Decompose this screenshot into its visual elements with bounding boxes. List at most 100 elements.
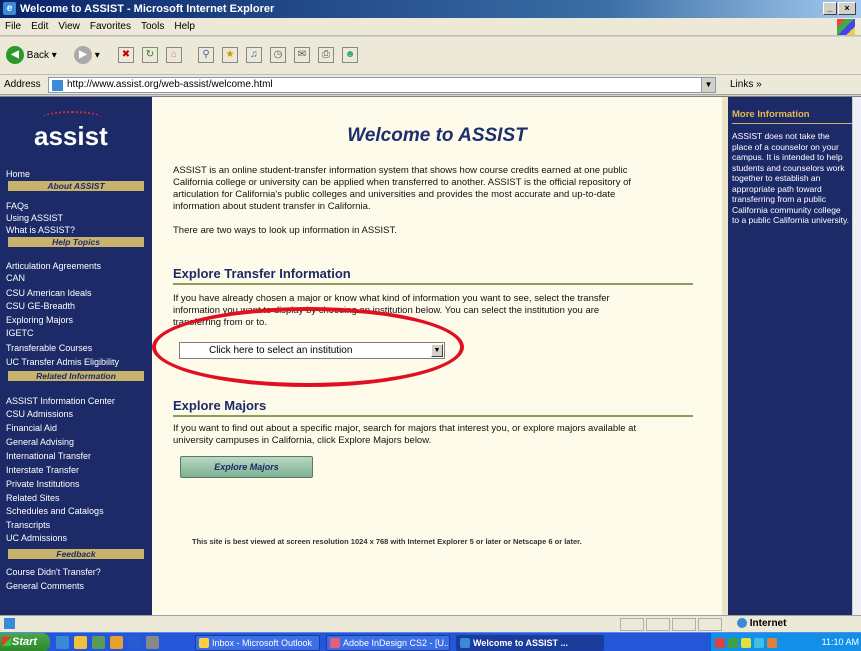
menu-view[interactable]: View (53, 18, 85, 36)
links-button[interactable]: Links » (730, 79, 762, 90)
task-ie-assist[interactable]: Welcome to ASSIST ... (456, 635, 604, 651)
nav-general-advising[interactable]: General Advising (6, 437, 74, 447)
page-title: Welcome to ASSIST (347, 125, 527, 146)
close-button[interactable]: × (838, 2, 856, 15)
nav-uc-admissions[interactable]: UC Admissions (6, 533, 67, 543)
nav-igetc[interactable]: IGETC (6, 328, 34, 338)
left-nav: assist Home About ASSIST FAQs Using ASSI… (0, 97, 152, 616)
menu-edit[interactable]: Edit (26, 18, 53, 36)
security-zone: Internet (737, 618, 786, 629)
nav-private-institutions[interactable]: Private Institutions (6, 479, 80, 489)
start-button[interactable]: Start (0, 633, 50, 651)
menu-tools[interactable]: Tools (136, 18, 169, 36)
globe-icon (737, 618, 747, 629)
forward-button[interactable]: ▶ ▾ (74, 46, 100, 66)
explore-majors-heading: Explore Majors (173, 398, 693, 417)
quicklaunch-folder-icon[interactable] (74, 636, 87, 649)
nav-related-sites[interactable]: Related Sites (6, 493, 60, 503)
refresh-icon[interactable]: ↻ (142, 47, 158, 64)
quicklaunch-app-icon[interactable] (146, 636, 159, 649)
search-icon[interactable]: ⚲ (198, 47, 214, 64)
tray-icon[interactable] (767, 637, 777, 648)
institution-select[interactable]: Click here to select an institution ▼ (179, 342, 445, 359)
history-icon[interactable]: ◷ (270, 47, 286, 64)
home-icon[interactable]: ⌂ (166, 47, 182, 64)
nav-assist-information-center[interactable]: ASSIST Information Center (6, 396, 115, 406)
menu-help[interactable]: Help (169, 18, 200, 36)
nav-exploring-majors[interactable]: Exploring Majors (6, 315, 73, 325)
task-indesign-label: Adobe InDesign CS2 - [U... (343, 638, 450, 648)
quicklaunch-ie-icon[interactable] (56, 636, 69, 649)
nav-schedules-and-catalogs[interactable]: Schedules and Catalogs (6, 506, 104, 516)
nav-can[interactable]: CAN (6, 273, 25, 283)
quicklaunch-word-icon[interactable] (128, 636, 141, 649)
minimize-button[interactable]: _ (823, 2, 837, 15)
nav-csu-american-ideals[interactable]: CSU American Ideals (6, 288, 92, 298)
right-sidebar: More Information ASSIST does not take th… (722, 97, 852, 616)
mail-icon[interactable]: ✉ (294, 47, 310, 64)
clock: 11:10 AM (821, 637, 859, 647)
nav-header-help: Help Topics (8, 237, 144, 247)
assist-logo: assist (34, 111, 108, 152)
menu-file[interactable]: File (0, 18, 26, 36)
task-ie-label: Welcome to ASSIST ... (473, 638, 569, 648)
explore-majors-button[interactable]: Explore Majors (180, 456, 313, 478)
nav-financial-aid[interactable]: Financial Aid (6, 423, 57, 433)
media-icon[interactable]: ♫ (246, 47, 262, 64)
favorites-icon[interactable]: ★ (222, 47, 238, 64)
back-button[interactable]: ◀ Back ▾ (6, 46, 57, 66)
nav-interstate-transfer[interactable]: Interstate Transfer (6, 465, 79, 475)
menu-bar: File Edit View Favorites Tools Help (0, 18, 861, 36)
explore-transfer-heading: Explore Transfer Information (173, 266, 693, 285)
status-cell (620, 618, 644, 631)
print-icon[interactable]: ⎙ (318, 47, 334, 64)
tray-icon[interactable] (754, 637, 764, 648)
browser-window: e Welcome to ASSIST - Microsoft Internet… (0, 0, 861, 651)
nav-uc-transfer-admis-eligibility[interactable]: UC Transfer Admis Eligibility (6, 357, 119, 367)
nav-home[interactable]: Home (6, 169, 30, 179)
nav-general-comments[interactable]: General Comments (6, 581, 84, 591)
menu-favorites[interactable]: Favorites (85, 18, 136, 36)
tray-icon[interactable] (715, 637, 725, 648)
nav-international-transfer[interactable]: International Transfer (6, 451, 91, 461)
nav-what-is-assist[interactable]: What is ASSIST? (6, 225, 75, 235)
indesign-icon (330, 638, 340, 648)
nav-course-didnt-transfer[interactable]: Course Didn't Transfer? (6, 567, 101, 577)
two-ways-text: There are two ways to look up informatio… (173, 225, 397, 236)
nav-faqs[interactable]: FAQs (6, 201, 29, 211)
address-url: http://www.assist.org/web-assist/welcome… (67, 79, 273, 90)
toolbar: ◀ Back ▾ ▶ ▾ ✖ ↻ ⌂ ⚲ ★ ♫ ◷ ✉ ⎙ ☻ (0, 37, 861, 75)
nav-transferable-courses[interactable]: Transferable Courses (6, 343, 92, 353)
explore-majors-text: If you want to find out about a specific… (173, 423, 637, 446)
address-input[interactable]: http://www.assist.org/web-assist/welcome… (48, 77, 716, 93)
system-tray: 11:10 AM (710, 633, 861, 651)
ie-task-icon (460, 638, 470, 648)
quicklaunch-desktop-icon[interactable] (92, 636, 105, 649)
chevron-down-icon: ▼ (431, 344, 443, 357)
address-dropdown-icon[interactable]: ▼ (701, 78, 715, 92)
institution-select-value: Click here to select an institution (209, 345, 353, 356)
more-info-heading: More Information (732, 109, 810, 120)
nav-csu-ge-breadth[interactable]: CSU GE-Breadth (6, 301, 75, 311)
nav-articulation-agreements[interactable]: Articulation Agreements (6, 261, 101, 271)
tray-icon[interactable] (741, 637, 751, 648)
forward-arrow-icon: ▶ (74, 46, 92, 65)
task-indesign[interactable]: Adobe InDesign CS2 - [U... (326, 635, 450, 651)
windows-flag-icon (837, 19, 855, 35)
nav-header-feedback: Feedback (8, 549, 144, 559)
status-cell (698, 618, 722, 631)
tray-icon[interactable] (728, 637, 738, 648)
outlook-icon (199, 638, 209, 648)
task-outlook[interactable]: Inbox - Microsoft Outlook (195, 635, 320, 651)
quicklaunch-outlook-icon[interactable] (110, 636, 123, 649)
status-cell (672, 618, 696, 631)
nav-csu-admissions[interactable]: CSU Admissions (6, 409, 73, 419)
window-title: Welcome to ASSIST - Microsoft Internet E… (20, 3, 275, 15)
nav-transcripts[interactable]: Transcripts (6, 520, 50, 530)
messenger-icon[interactable]: ☻ (342, 47, 358, 64)
nav-header-about: About ASSIST (8, 181, 144, 191)
back-label: Back (26, 50, 50, 61)
stop-icon[interactable]: ✖ (118, 47, 134, 64)
vertical-scrollbar[interactable] (852, 97, 861, 616)
nav-using-assist[interactable]: Using ASSIST (6, 213, 63, 223)
